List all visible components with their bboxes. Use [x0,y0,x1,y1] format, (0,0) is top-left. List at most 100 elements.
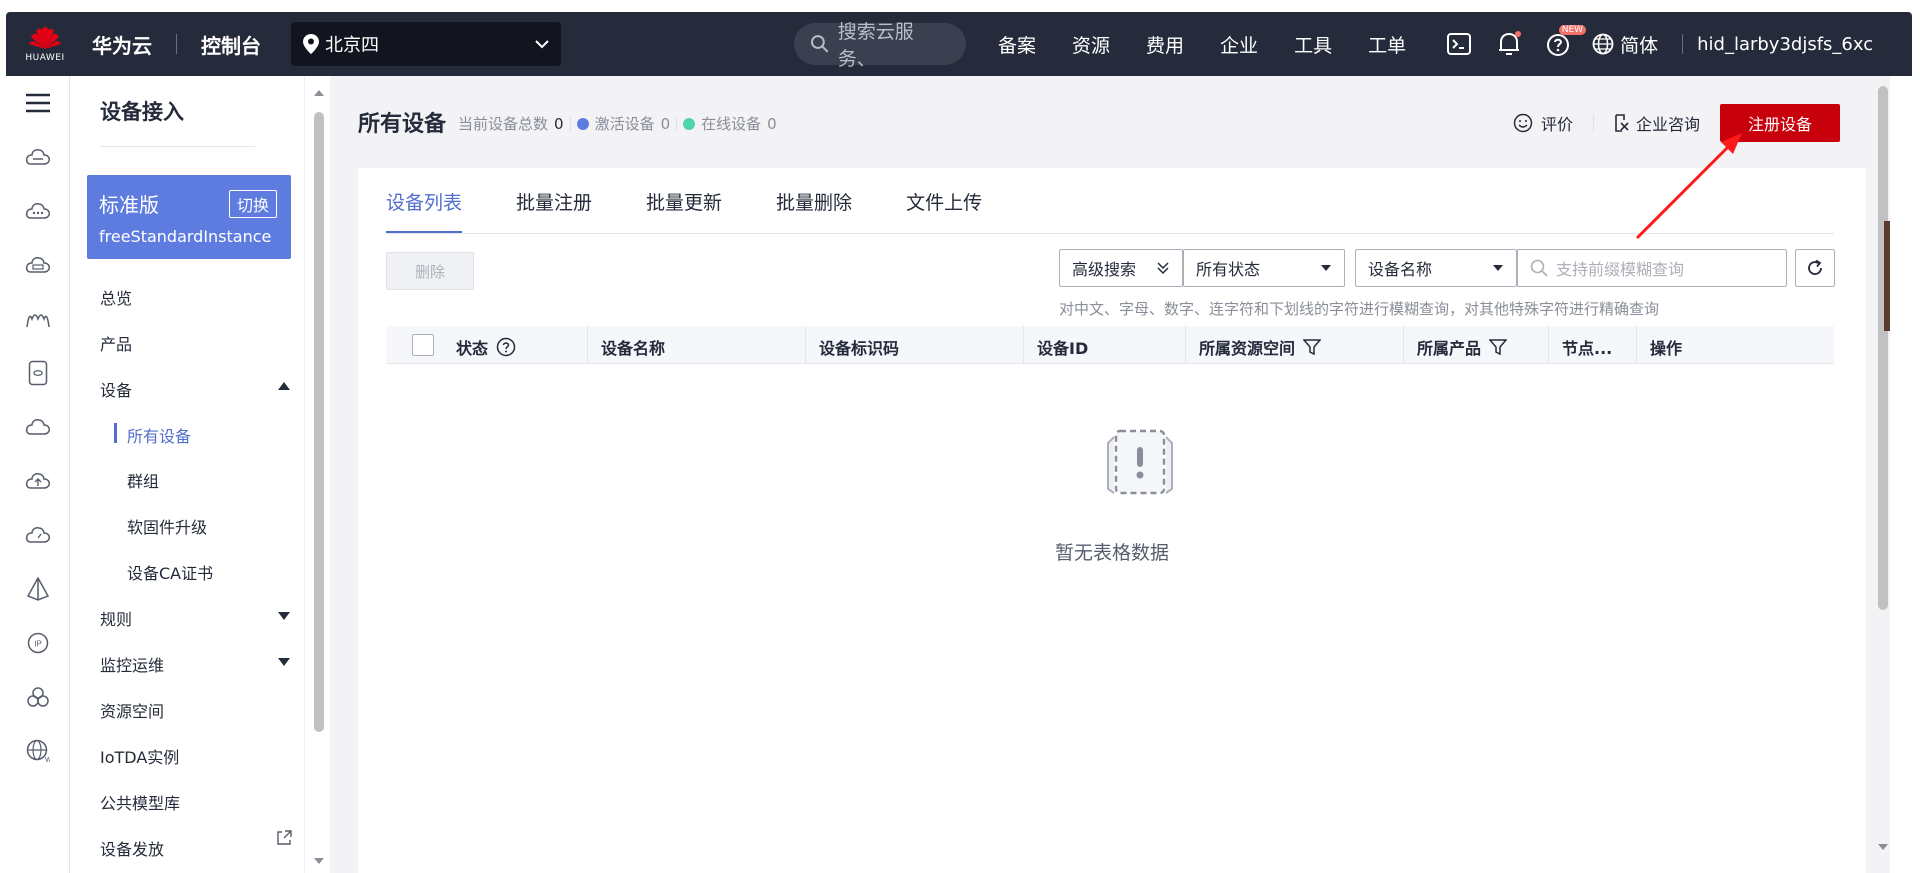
tab-batch-register[interactable]: 批量注册 [516,186,592,234]
column-status-label: 状态 [456,339,489,358]
sidebar-scroll-thumb[interactable] [314,112,324,732]
device-search-input[interactable]: 支持前缀模糊查询 [1517,249,1787,287]
sidebar-item-provisioning[interactable]: 设备发放 [100,836,164,860]
select-all-checkbox[interactable] [412,334,434,356]
sidebar-scrollbar[interactable] [312,86,326,873]
chevron-down-icon[interactable] [278,612,290,620]
divider [1636,326,1637,364]
column-device-name: 设备名称 [601,339,666,358]
divider [587,326,588,364]
search-placeholder: 支持前缀模糊查询 [1556,260,1685,279]
sidebar-item-product[interactable]: 产品 [100,331,132,355]
sidebar-item-rules[interactable]: 规则 [100,606,132,630]
divider [1185,326,1186,364]
top-bar: HUAWEI 华为云 控制台 北京四 搜索云服务、 备案 资源 费用 企业 工具… [6,12,1912,76]
cloud-server-icon[interactable] [6,130,70,184]
chevron-up-icon[interactable] [278,382,290,390]
tab-file-upload[interactable]: 文件上传 [906,186,982,234]
divider [1023,326,1024,364]
main-scrollbar[interactable] [1876,76,1890,873]
scroll-up-icon[interactable] [313,88,325,98]
refresh-button[interactable] [1795,249,1835,287]
service-search[interactable]: 搜索云服务、 [794,21,966,70]
help-icon[interactable] [496,337,516,357]
cloud-gauge-icon[interactable] [6,508,70,562]
cloud-storage-icon[interactable] [6,238,70,292]
sidebar-item-device[interactable]: 设备 [100,377,132,401]
delete-button[interactable]: 删除 [386,252,474,290]
top-icons: NEW 简体 hid_larby3djsfs_6xc [1442,25,1873,61]
user-account[interactable]: hid_larby3djsfs_6xc [1697,34,1873,55]
divider [676,116,678,131]
new-badge: NEW [1558,25,1587,35]
active-indicator [114,423,117,443]
cluster-icon[interactable] [6,670,70,724]
cloud-shell-icon[interactable] [1442,27,1476,61]
huawei-logo[interactable]: HUAWEI [6,12,84,76]
header-actions: 评价 企业咨询 注册设备 [1513,104,1840,142]
globe-w-icon[interactable]: W [6,724,70,778]
nav-billing[interactable]: 费用 [1146,31,1184,58]
divider [176,34,177,54]
register-device-button[interactable]: 注册设备 [1720,104,1840,142]
tab-device-list[interactable]: 设备列表 [386,186,463,234]
column-device-identifier: 设备标识码 [819,339,900,358]
ip-icon[interactable]: IP [6,616,70,670]
pyramid-icon[interactable] [6,562,70,616]
sidebar-title: 设备接入 [100,100,184,124]
region-name: 北京四 [325,35,379,56]
sidebar-item-model-lib[interactable]: 公共模型库 [100,790,180,814]
cloud-upload-icon[interactable] [6,454,70,508]
filter-icon[interactable] [1489,338,1508,356]
rate-label: 评价 [1540,115,1573,134]
sidebar-subitem-ca-cert[interactable]: 设备CA证书 [127,560,213,584]
chevron-down-icon[interactable] [278,658,290,666]
column-product-label: 所属产品 [1417,339,1482,358]
sidebar-item-monitor[interactable]: 监控运维 [100,652,164,676]
nav-tools[interactable]: 工具 [1294,31,1332,58]
status-select[interactable]: 所有状态 [1183,249,1345,287]
sidebar-item-resource-space[interactable]: 资源空间 [100,698,164,722]
waveform-icon[interactable] [6,292,70,346]
sidebar-item-iotda-instance[interactable]: IoTDA实例 [100,744,179,768]
sidebar-subitem-firmware[interactable]: 软固件升级 [127,514,207,538]
bell-icon[interactable] [1492,27,1526,61]
external-link-icon[interactable] [276,830,292,846]
switch-edition-button[interactable]: 切换 [228,190,277,218]
tab-batch-update[interactable]: 批量更新 [646,186,722,234]
consult-button[interactable]: 企业咨询 [1614,111,1700,135]
nav-resources[interactable]: 资源 [1072,31,1110,58]
tab-batch-delete[interactable]: 批量删除 [776,186,852,234]
nav-enterprise[interactable]: 企业 [1220,31,1258,58]
empty-state-text: 暂无表格数据 [1054,542,1169,564]
advanced-search-button[interactable]: 高级搜索 [1059,249,1183,287]
scroll-down-icon[interactable] [313,856,325,866]
column-node: 节点... [1562,339,1613,358]
language-switch[interactable]: 简体 [1592,31,1658,58]
nav-beian[interactable]: 备案 [998,31,1036,58]
sidebar-item-overview[interactable]: 总览 [100,285,132,309]
edge-strip [1884,221,1890,331]
divider [1592,114,1594,132]
device-icon[interactable] [6,346,70,400]
brand-name[interactable]: 华为云 [92,30,152,59]
main-scroll-thumb[interactable] [1878,86,1888,610]
sidebar-subitem-groups[interactable]: 群组 [127,468,159,492]
scroll-down-icon[interactable] [1877,842,1889,852]
active-label: 激活设备 [594,115,655,133]
console-link[interactable]: 控制台 [201,30,261,59]
nav-tickets[interactable]: 工单 [1368,31,1406,58]
cloud-more-icon[interactable] [6,184,70,238]
sidebar-subitem-all-devices[interactable]: 所有设备 [127,423,191,447]
region-selector[interactable]: 北京四 [291,22,561,66]
menu-icon[interactable] [6,76,70,130]
divider [1682,34,1684,54]
cloud-icon[interactable] [6,400,70,454]
column-resource-space-label: 所属资源空间 [1199,339,1296,358]
status-value: 所有状态 [1196,260,1261,279]
filter-icon[interactable] [1303,338,1322,356]
field-select[interactable]: 设备名称 [1355,249,1517,287]
rate-button[interactable]: 评价 [1513,111,1573,135]
help-icon[interactable]: NEW [1542,25,1587,61]
column-device-id: 设备ID [1037,339,1089,358]
